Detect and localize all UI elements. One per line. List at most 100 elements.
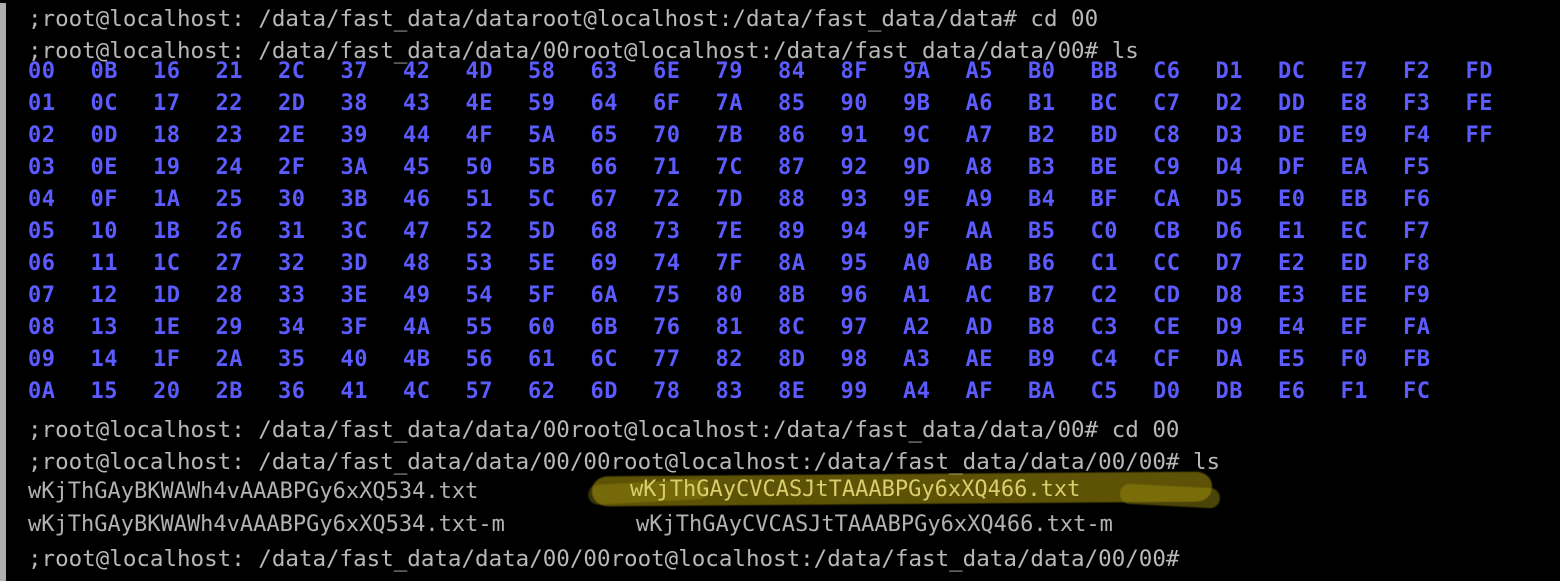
hex-dir-67[interactable]: 67 bbox=[591, 184, 654, 216]
hex-dir-2D[interactable]: 2D bbox=[278, 88, 341, 120]
hex-dir-0A[interactable]: 0A bbox=[28, 376, 91, 408]
hex-dir-0D[interactable]: 0D bbox=[91, 120, 154, 152]
hex-dir-6E[interactable]: 6E bbox=[653, 56, 716, 88]
hex-dir-BF[interactable]: BF bbox=[1091, 184, 1154, 216]
hex-dir-C0[interactable]: C0 bbox=[1091, 216, 1154, 248]
hex-dir-DE[interactable]: DE bbox=[1278, 120, 1341, 152]
hex-dir-A3[interactable]: A3 bbox=[903, 344, 966, 376]
hex-dir-AC[interactable]: AC bbox=[966, 280, 1029, 312]
hex-dir-E7[interactable]: E7 bbox=[1341, 56, 1404, 88]
hex-dir-4C[interactable]: 4C bbox=[403, 376, 466, 408]
file-listing-row-2-left[interactable]: wKjThGAyBKWAWh4vAAABPGy6xXQ534.txt-m bbox=[28, 510, 505, 540]
hex-dir-1C[interactable]: 1C bbox=[153, 248, 216, 280]
hex-dir-6B[interactable]: 6B bbox=[591, 312, 654, 344]
hex-dir-69[interactable]: 69 bbox=[591, 248, 654, 280]
hex-dir-A0[interactable]: A0 bbox=[903, 248, 966, 280]
hex-dir-4B[interactable]: 4B bbox=[403, 344, 466, 376]
hex-dir-32[interactable]: 32 bbox=[278, 248, 341, 280]
hex-dir-DF[interactable]: DF bbox=[1278, 152, 1341, 184]
hex-dir-98[interactable]: 98 bbox=[841, 344, 904, 376]
hex-dir-5E[interactable]: 5E bbox=[528, 248, 591, 280]
hex-dir-9D[interactable]: 9D bbox=[903, 152, 966, 184]
hex-dir-3F[interactable]: 3F bbox=[341, 312, 404, 344]
hex-dir-82[interactable]: 82 bbox=[716, 344, 779, 376]
hex-dir-8D[interactable]: 8D bbox=[778, 344, 841, 376]
hex-dir-6F[interactable]: 6F bbox=[653, 88, 716, 120]
hex-dir-7F[interactable]: 7F bbox=[716, 248, 779, 280]
hex-dir-74[interactable]: 74 bbox=[653, 248, 716, 280]
hex-dir-EE[interactable]: EE bbox=[1341, 280, 1404, 312]
hex-dir-6D[interactable]: 6D bbox=[591, 376, 654, 408]
hex-dir-01[interactable]: 01 bbox=[28, 88, 91, 120]
hex-dir-70[interactable]: 70 bbox=[653, 120, 716, 152]
hex-dir-66[interactable]: 66 bbox=[591, 152, 654, 184]
hex-dir-1E[interactable]: 1E bbox=[153, 312, 216, 344]
hex-dir-A7[interactable]: A7 bbox=[966, 120, 1029, 152]
hex-dir-4D[interactable]: 4D bbox=[466, 56, 529, 88]
hex-dir-61[interactable]: 61 bbox=[528, 344, 591, 376]
hex-dir-A8[interactable]: A8 bbox=[966, 152, 1029, 184]
hex-dir-D1[interactable]: D1 bbox=[1216, 56, 1279, 88]
hex-dir-9C[interactable]: 9C bbox=[903, 120, 966, 152]
hex-dir-F1[interactable]: F1 bbox=[1341, 376, 1404, 408]
hex-dir-77[interactable]: 77 bbox=[653, 344, 716, 376]
hex-dir-46[interactable]: 46 bbox=[403, 184, 466, 216]
hex-dir-FE[interactable]: FE bbox=[1466, 88, 1529, 120]
hex-dir-7A[interactable]: 7A bbox=[716, 88, 779, 120]
hex-dir-4A[interactable]: 4A bbox=[403, 312, 466, 344]
hex-dir-12[interactable]: 12 bbox=[91, 280, 154, 312]
hex-dir-81[interactable]: 81 bbox=[716, 312, 779, 344]
hex-dir-BE[interactable]: BE bbox=[1091, 152, 1154, 184]
hex-dir-94[interactable]: 94 bbox=[841, 216, 904, 248]
hex-dir-E9[interactable]: E9 bbox=[1341, 120, 1404, 152]
hex-dir-E0[interactable]: E0 bbox=[1278, 184, 1341, 216]
hex-dir-05[interactable]: 05 bbox=[28, 216, 91, 248]
hex-dir-E4[interactable]: E4 bbox=[1278, 312, 1341, 344]
hex-dir-1D[interactable]: 1D bbox=[153, 280, 216, 312]
hex-dir-7E[interactable]: 7E bbox=[716, 216, 779, 248]
hex-dir-3D[interactable]: 3D bbox=[341, 248, 404, 280]
hex-dir-B6[interactable]: B6 bbox=[1028, 248, 1091, 280]
hex-dir-9E[interactable]: 9E bbox=[903, 184, 966, 216]
hex-dir-D8[interactable]: D8 bbox=[1216, 280, 1279, 312]
hex-dir-57[interactable]: 57 bbox=[466, 376, 529, 408]
hex-dir-2B[interactable]: 2B bbox=[216, 376, 279, 408]
hex-dir-BA[interactable]: BA bbox=[1028, 376, 1091, 408]
hex-dir-D5[interactable]: D5 bbox=[1216, 184, 1279, 216]
hex-dir-3B[interactable]: 3B bbox=[341, 184, 404, 216]
hex-dir-F4[interactable]: F4 bbox=[1403, 120, 1466, 152]
hex-dir-07[interactable]: 07 bbox=[28, 280, 91, 312]
hex-dir-18[interactable]: 18 bbox=[153, 120, 216, 152]
hex-dir-39[interactable]: 39 bbox=[341, 120, 404, 152]
hex-dir-F9[interactable]: F9 bbox=[1403, 280, 1466, 312]
hex-dir-00[interactable]: 00 bbox=[28, 56, 91, 88]
hex-dir-33[interactable]: 33 bbox=[278, 280, 341, 312]
hex-dir-80[interactable]: 80 bbox=[716, 280, 779, 312]
hex-dir-60[interactable]: 60 bbox=[528, 312, 591, 344]
hex-dir-E2[interactable]: E2 bbox=[1278, 248, 1341, 280]
hex-dir-28[interactable]: 28 bbox=[216, 280, 279, 312]
hex-dir-76[interactable]: 76 bbox=[653, 312, 716, 344]
hex-dir-AD[interactable]: AD bbox=[966, 312, 1029, 344]
hex-dir-0F[interactable]: 0F bbox=[91, 184, 154, 216]
hex-dir-43[interactable]: 43 bbox=[403, 88, 466, 120]
hex-dir-8B[interactable]: 8B bbox=[778, 280, 841, 312]
hex-dir-40[interactable]: 40 bbox=[341, 344, 404, 376]
hex-dir-13[interactable]: 13 bbox=[91, 312, 154, 344]
hex-dir-5C[interactable]: 5C bbox=[528, 184, 591, 216]
hex-dir-2E[interactable]: 2E bbox=[278, 120, 341, 152]
hex-dir-36[interactable]: 36 bbox=[278, 376, 341, 408]
hex-dir-B0[interactable]: B0 bbox=[1028, 56, 1091, 88]
hex-dir-06[interactable]: 06 bbox=[28, 248, 91, 280]
hex-dir-19[interactable]: 19 bbox=[153, 152, 216, 184]
hex-dir-15[interactable]: 15 bbox=[91, 376, 154, 408]
hex-dir-25[interactable]: 25 bbox=[216, 184, 279, 216]
hex-dir-9F[interactable]: 9F bbox=[903, 216, 966, 248]
hex-dir-1F[interactable]: 1F bbox=[153, 344, 216, 376]
hex-dir-B2[interactable]: B2 bbox=[1028, 120, 1091, 152]
hex-dir-29[interactable]: 29 bbox=[216, 312, 279, 344]
hex-dir-BD[interactable]: BD bbox=[1091, 120, 1154, 152]
hex-dir-26[interactable]: 26 bbox=[216, 216, 279, 248]
hex-dir-DA[interactable]: DA bbox=[1216, 344, 1279, 376]
hex-dir-3C[interactable]: 3C bbox=[341, 216, 404, 248]
